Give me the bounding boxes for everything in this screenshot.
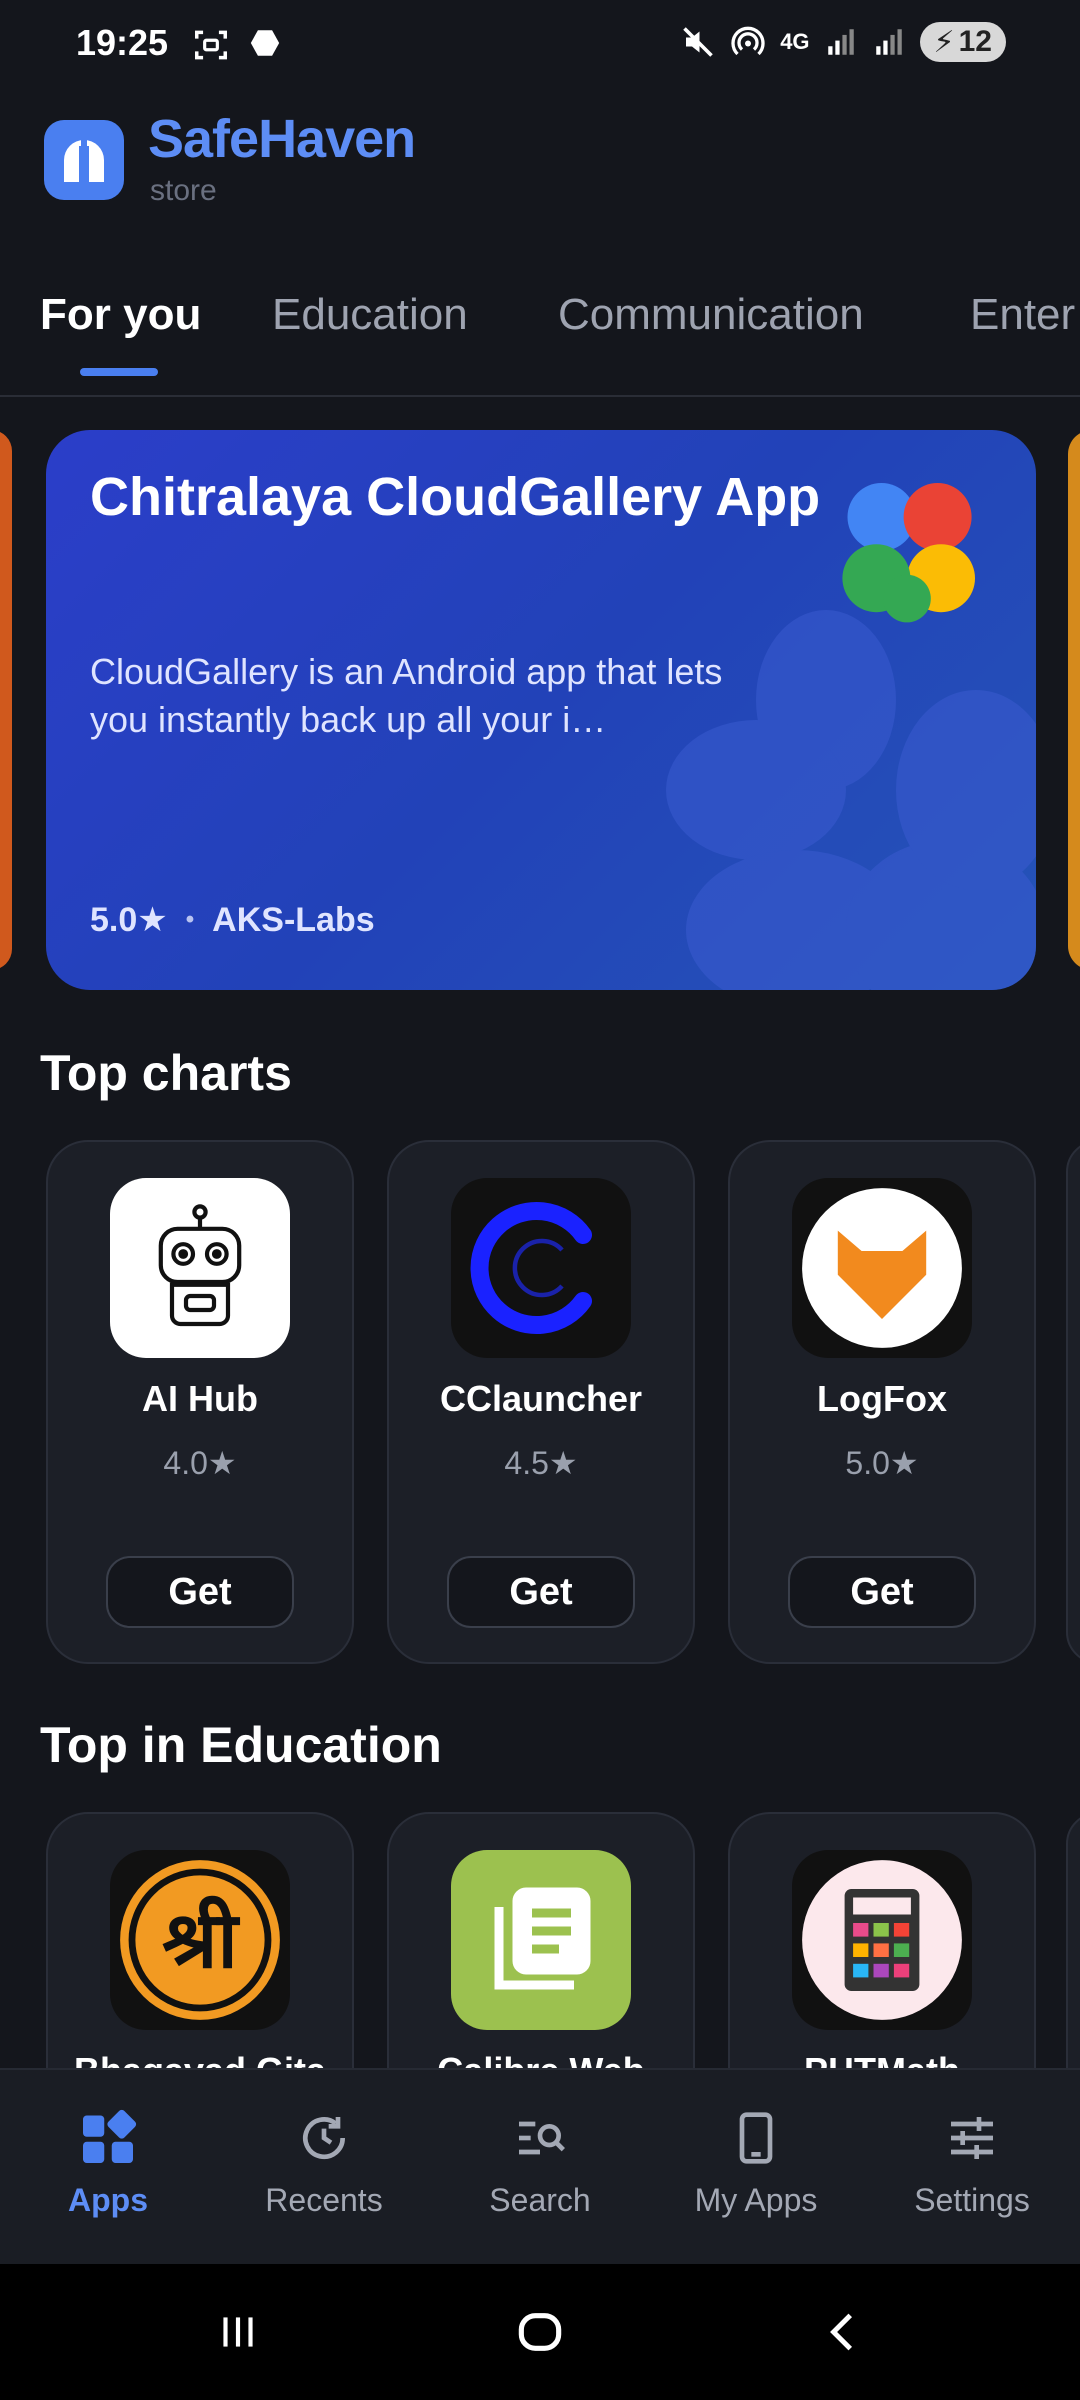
carousel-next-card[interactable] <box>1068 430 1080 970</box>
recent-apps-button[interactable] <box>178 2264 298 2400</box>
nav-settings[interactable]: Settings <box>864 2070 1080 2266</box>
nav-label: Recents <box>265 2182 383 2218</box>
featured-app-meta: 5.0★ • AKS-Labs <box>90 900 375 940</box>
app-name: LogFox <box>817 1378 947 1419</box>
battery-level: 12 <box>958 25 992 58</box>
screenshot-icon <box>195 30 227 60</box>
section-title-top-charts: Top charts <box>40 1045 292 1101</box>
home-icon <box>518 2313 562 2351</box>
hexagon-icon <box>250 30 280 56</box>
app-name: CClauncher <box>439 1378 643 1419</box>
signal-icon-2 <box>875 29 902 55</box>
search-list-icon <box>510 2108 570 2168</box>
battery-indicator: ⚡ 12 <box>919 22 1006 62</box>
status-bar: 19:25 4G ⚡ 12 <box>0 0 1080 90</box>
home-button[interactable] <box>480 2264 600 2400</box>
featured-app-card[interactable]: Chitralaya CloudGallery App CloudGallery… <box>46 430 1036 990</box>
app-card-logfox[interactable]: LogFox 5.0★ Get <box>728 1140 1036 1664</box>
recent-apps-icon <box>223 2317 253 2347</box>
brand-title: SafeHaven <box>148 109 416 169</box>
carousel-prev-card[interactable] <box>0 430 12 970</box>
featured-app-description: CloudGallery is an Android app that lets… <box>90 651 723 740</box>
tab-communication[interactable]: Communication <box>558 290 864 340</box>
history-icon <box>294 2108 354 2168</box>
svg-text:श्री: श्री <box>162 1895 240 1986</box>
nav-label: Apps <box>68 2182 148 2218</box>
calculator-icon <box>792 1850 972 2030</box>
app-logo <box>44 120 124 200</box>
nav-label: Search <box>489 2182 591 2218</box>
mute-icon <box>683 27 713 57</box>
nav-my-apps[interactable]: My Apps <box>648 2070 864 2266</box>
cclauncher-icon <box>451 1178 631 1358</box>
bottom-navigation: Apps Recents Search My Apps Settings <box>0 2068 1080 2266</box>
nav-recents[interactable]: Recents <box>216 2070 432 2266</box>
tab-education[interactable]: Education <box>272 290 468 340</box>
charging-icon: ⚡ <box>933 25 955 59</box>
system-navigation-bar <box>0 2264 1080 2400</box>
meta-separator: • <box>185 906 195 933</box>
calibre-web-icon <box>451 1850 631 2030</box>
nav-search[interactable]: Search <box>432 2070 648 2266</box>
tab-entertainment[interactable]: Enter <box>970 290 1075 340</box>
bhagavad-gita-icon: श्री <box>110 1850 290 2030</box>
get-button[interactable]: Get <box>106 1556 294 1628</box>
category-tabs: For you Education Communication Enter <box>0 280 1080 397</box>
tab-for-you[interactable]: For you <box>40 290 201 340</box>
nav-apps[interactable]: Apps <box>0 2070 216 2266</box>
app-name: AI Hub <box>142 1378 258 1419</box>
section-title-top-education: Top in Education <box>40 1717 442 1773</box>
get-button[interactable]: Get <box>447 1556 635 1628</box>
signal-icon <box>827 29 854 55</box>
network-type: 4G <box>780 29 810 54</box>
google-photos-icon <box>842 483 975 623</box>
app-rating: 4.5★ <box>504 1445 578 1481</box>
back-icon <box>830 2313 853 2351</box>
sliders-icon <box>942 2108 1002 2168</box>
app-card-cclauncher[interactable]: CClauncher 4.5★ Get <box>387 1140 695 1664</box>
app-card-ai-hub[interactable]: AI Hub 4.0★ Get <box>46 1140 354 1664</box>
nav-label: Settings <box>914 2182 1030 2218</box>
app-rating: 4.0★ <box>163 1445 237 1481</box>
status-time: 19:25 <box>76 22 169 63</box>
robot-icon <box>110 1178 290 1358</box>
hotspot-icon <box>731 26 765 56</box>
back-button[interactable] <box>784 2264 904 2400</box>
featured-app-rating: 5.0★ <box>90 901 168 939</box>
featured-app-title: Chitralaya CloudGallery App <box>90 467 821 527</box>
apps-grid-icon <box>78 2108 138 2168</box>
get-button[interactable]: Get <box>788 1556 976 1628</box>
nav-label: My Apps <box>694 2182 818 2218</box>
app-card-next[interactable] <box>1066 1140 1080 1664</box>
app-rating: 5.0★ <box>845 1445 919 1481</box>
phone-icon <box>726 2108 786 2168</box>
brand-subtitle: store <box>150 174 217 207</box>
tab-indicator <box>80 368 158 376</box>
logfox-icon <box>792 1178 972 1358</box>
featured-app-developer: AKS-Labs <box>212 900 375 939</box>
